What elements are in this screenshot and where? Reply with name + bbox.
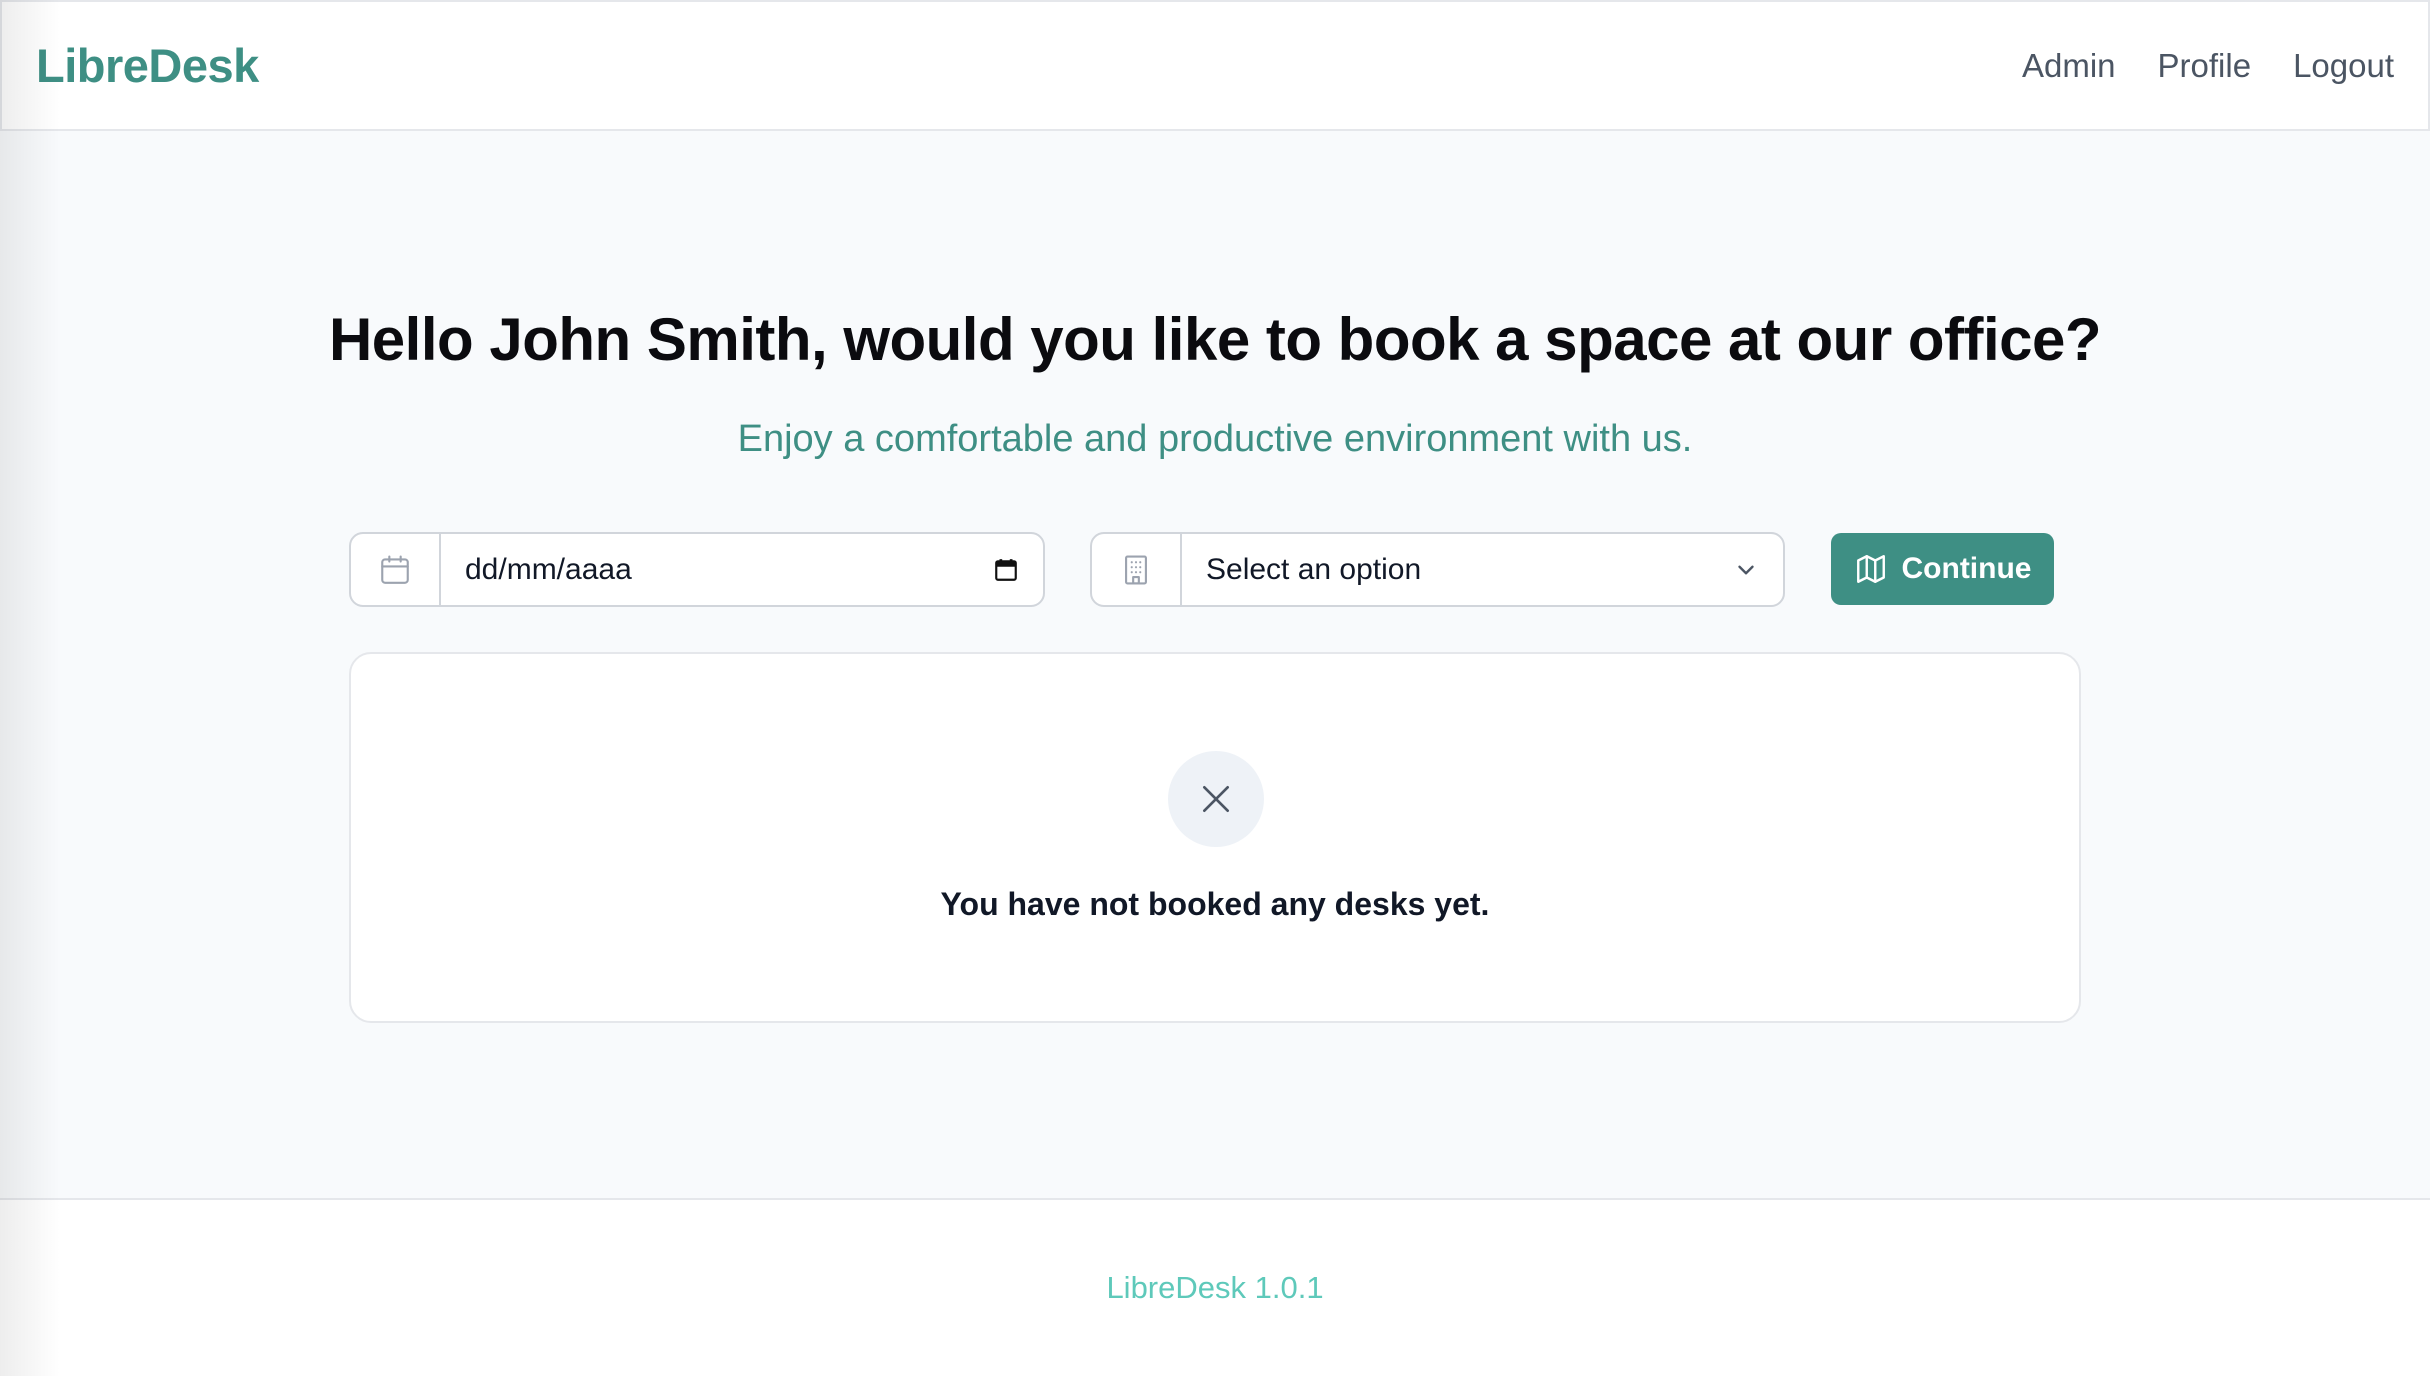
calendar-picker-icon[interactable] [993, 557, 1019, 583]
nav-logout-link[interactable]: Logout [2293, 47, 2394, 85]
empty-state-badge [1168, 751, 1264, 847]
building-addon [1092, 534, 1182, 605]
date-input[interactable]: dd/mm/aaaa [441, 553, 1043, 587]
building-icon [1125, 554, 1147, 585]
chevron-down-icon [1738, 565, 1754, 574]
office-select-value-box[interactable]: Select an option [1182, 553, 1783, 587]
close-icon [1203, 786, 1229, 812]
calendar-icon [381, 554, 409, 584]
page-title: Hello John Smith, would you like to book… [328, 306, 2102, 373]
map-icon [1856, 555, 1885, 583]
nav-admin-link[interactable]: Admin [2022, 47, 2116, 85]
page-subtitle: Enjoy a comfortable and productive envir… [737, 418, 1693, 460]
brand-logo[interactable]: LibreDesk [36, 38, 259, 93]
continue-button-label: Continue [1901, 552, 2032, 585]
footer: LibreDesk 1.0.1 [0, 1198, 2430, 1376]
main-nav: Admin Profile Logout [2022, 47, 2394, 85]
continue-button[interactable]: Continue [1831, 533, 2054, 605]
date-field[interactable]: dd/mm/aaaa [349, 532, 1045, 607]
footer-version: LibreDesk 1.0.1 [1106, 1270, 1324, 1305]
nav-profile-link[interactable]: Profile [2158, 47, 2252, 85]
office-select-value: Select an option [1206, 552, 1422, 586]
date-input-value: dd/mm/aaaa [465, 552, 632, 586]
window-edge-shadow [0, 0, 60, 1376]
top-navbar: LibreDesk Admin Profile Logout [0, 0, 2430, 131]
empty-state-message: You have not booked any desks yet. [940, 886, 1490, 922]
calendar-addon [351, 534, 441, 605]
office-select[interactable]: Select an option [1090, 532, 1785, 607]
app-window: LibreDesk Admin Profile Logout Hello Joh… [0, 0, 2430, 1376]
bookings-card: You have not booked any desks yet. [349, 652, 2081, 1023]
